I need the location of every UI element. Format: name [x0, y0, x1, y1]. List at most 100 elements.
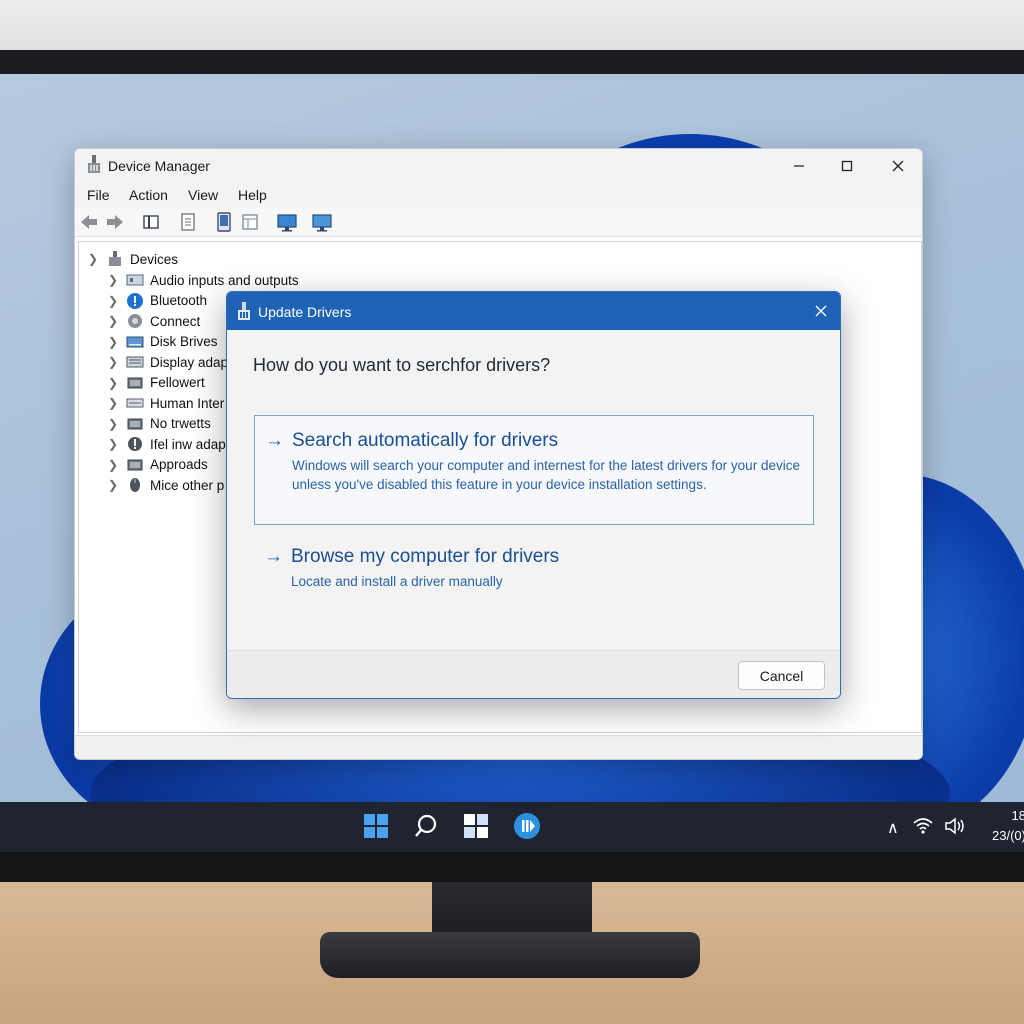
search-button[interactable]	[411, 811, 441, 841]
tree-item-label: Display adap	[150, 354, 229, 370]
properties-icon[interactable]	[178, 211, 198, 233]
clock[interactable]: 18 23/(0)	[986, 806, 1024, 846]
disk-drive-icon	[126, 336, 144, 347]
update-driver-icon[interactable]	[214, 211, 234, 233]
tree-item[interactable]: ❯ Connect	[108, 311, 200, 331]
chevron-right-icon[interactable]: ❯	[108, 417, 120, 431]
tree-item[interactable]: ❯ Ifel inw adap	[108, 434, 226, 454]
clock-date: 23/(0)	[992, 828, 1024, 843]
warning-device-icon	[128, 437, 142, 451]
tree-item[interactable]: ❯ Mice other p	[108, 475, 224, 495]
close-icon	[815, 305, 827, 317]
chevron-right-icon[interactable]: ❯	[108, 314, 120, 328]
chevron-right-icon[interactable]: ❯	[108, 294, 120, 308]
windows-logo-icon	[364, 814, 388, 838]
menu-view[interactable]: View	[188, 187, 218, 203]
audio-device-icon	[126, 274, 144, 286]
tree-item[interactable]: ❯ Audio inputs and outputs	[108, 270, 299, 290]
minimize-button[interactable]	[776, 153, 822, 179]
app-taskbar-button[interactable]	[512, 811, 542, 841]
tree-item-label: Bluetooth	[150, 293, 208, 308]
tree-item[interactable]: ❯ Human Inter	[108, 393, 224, 413]
chevron-right-icon[interactable]: ❯	[108, 376, 120, 390]
minimize-icon	[794, 165, 804, 167]
tree-item-label: No trwetts	[150, 416, 211, 431]
chevron-right-icon[interactable]: ❯	[108, 273, 120, 287]
back-arrow-icon[interactable]	[79, 211, 99, 233]
tree-item[interactable]: ❯ No trwetts	[108, 414, 211, 434]
device-manager-titlebar[interactable]: Device Manager	[75, 149, 922, 183]
tree-item-label: Ifel inw adap	[150, 436, 226, 452]
search-automatically-title: Search automatically for drivers	[292, 430, 559, 451]
tree-item-label: Approads	[150, 457, 208, 472]
device-manager-title: Device Manager	[108, 158, 210, 174]
chevron-right-icon[interactable]: ❯	[88, 252, 100, 266]
bluetooth-icon	[127, 292, 143, 309]
volume-icon[interactable]	[944, 816, 968, 836]
device-manager-icon	[238, 302, 250, 320]
tree-item-label: Connect	[150, 313, 201, 329]
arrow-right-icon: →	[264, 546, 283, 567]
computer-icon[interactable]	[311, 211, 333, 233]
show-hide-console-icon[interactable]	[141, 211, 161, 233]
chevron-right-icon[interactable]: ❯	[108, 458, 120, 472]
device-icon	[127, 418, 143, 429]
tree-item-label: Audio inputs and outputs	[150, 272, 299, 288]
monitor-stand-base	[320, 932, 700, 978]
option-heading: → Search automatically for drivers	[265, 430, 558, 452]
tree-item-label: Fellowert	[150, 375, 205, 390]
device-icon	[127, 459, 143, 470]
mouse-icon	[130, 478, 140, 492]
search-automatically-description: Windows will search your computer and in…	[292, 458, 800, 492]
chevron-right-icon[interactable]: ❯	[108, 437, 120, 451]
task-view-icon	[464, 814, 488, 838]
tree-item-label: Disk Brives	[150, 334, 218, 349]
chevron-right-icon[interactable]: ❯	[108, 396, 120, 410]
tree-item[interactable]: ❯ Fellowert	[108, 373, 205, 393]
tree-item[interactable]: ❯ Disk Brives	[108, 332, 218, 352]
tree-root-devices[interactable]: ❯ Devices	[88, 249, 178, 269]
dialog-question: How do you want to serchfor drivers?	[253, 355, 551, 375]
tree-root-label: Devices	[130, 251, 179, 267]
chevron-right-icon[interactable]: ❯	[108, 335, 120, 349]
clock-time: 18	[1011, 808, 1024, 823]
chevron-up-icon[interactable]: ∧	[887, 818, 899, 838]
forward-arrow-icon[interactable]	[105, 211, 125, 233]
tree-item[interactable]: ❯ Approads	[108, 455, 208, 475]
search-icon	[415, 814, 437, 837]
device-icon	[127, 377, 143, 388]
scan-hardware-icon[interactable]	[240, 211, 260, 233]
start-button[interactable]	[361, 811, 391, 841]
browse-computer-option[interactable]: → Browse my computer for drivers Locate …	[254, 540, 814, 600]
menu-bar: File Action View Help	[75, 183, 922, 207]
search-automatically-option[interactable]: → Search automatically for drivers Windo…	[254, 415, 814, 525]
tree-item-label: Mice other p	[150, 477, 225, 493]
menu-help[interactable]: Help	[238, 187, 267, 203]
tree-item[interactable]: ❯ Display adap	[108, 352, 228, 372]
dialog-close-button[interactable]	[808, 298, 834, 324]
chevron-right-icon[interactable]: ❯	[108, 478, 120, 492]
maximize-button[interactable]	[824, 153, 870, 179]
monitor-bezel-bottom	[0, 852, 1024, 882]
dialog-titlebar[interactable]: Update Drivers	[227, 292, 840, 330]
cancel-button[interactable]: Cancel	[738, 661, 825, 690]
tree-item[interactable]: ❯ Bluetooth	[108, 291, 207, 311]
monitor-icon[interactable]	[276, 211, 298, 233]
update-drivers-dialog: Update Drivers How do you want to serchf…	[226, 291, 841, 699]
wifi-icon[interactable]	[912, 816, 934, 836]
browse-computer-title: Browse my computer for drivers	[291, 546, 560, 567]
menu-action[interactable]: Action	[129, 187, 168, 203]
menu-file[interactable]: File	[87, 187, 110, 203]
close-button[interactable]	[875, 153, 921, 179]
computer-tower-icon	[109, 251, 121, 266]
maximize-icon	[841, 160, 853, 172]
device-manager-icon	[88, 155, 100, 173]
connect-device-icon	[128, 314, 142, 328]
status-bar	[75, 735, 922, 759]
toolbar	[75, 207, 922, 237]
arrow-right-icon: →	[265, 430, 284, 451]
chevron-right-icon[interactable]: ❯	[108, 355, 120, 369]
human-interface-icon	[126, 398, 144, 408]
dialog-footer: Cancel	[227, 650, 840, 698]
task-view-button[interactable]	[461, 811, 491, 841]
